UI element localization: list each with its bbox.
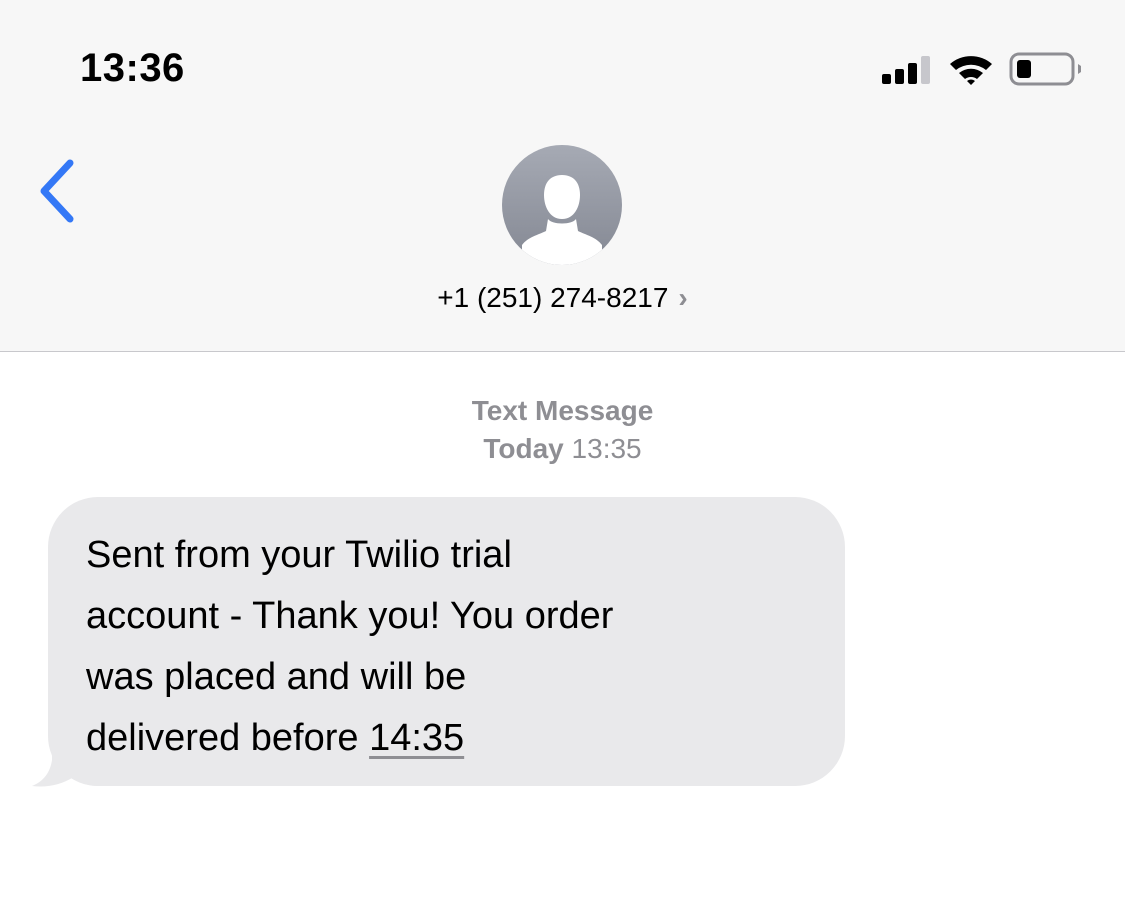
message-line: Sent from your Twilio trial	[86, 534, 512, 576]
time-link[interactable]: 14:35	[369, 717, 464, 759]
contact-name-button[interactable]: +1 (251) 274-8217 ›	[0, 282, 1125, 314]
message-line: was placed and will be	[86, 656, 467, 698]
message-timestamp: Today 13:35	[0, 433, 1125, 465]
message-line: account - Thank you! You order	[86, 595, 614, 637]
person-silhouette-icon	[522, 175, 602, 265]
status-icons	[882, 52, 1081, 86]
battery-icon	[1009, 52, 1081, 86]
wifi-icon	[950, 56, 992, 85]
contact-number: +1 (251) 274-8217	[437, 282, 669, 313]
conversation-header: 13:36 +1 (251) 274-8217 ›	[0, 0, 1125, 352]
avatar[interactable]	[502, 145, 622, 265]
status-time: 13:36	[80, 46, 185, 90]
message-line: delivered before	[86, 717, 370, 759]
message-day: Today	[483, 433, 564, 464]
cellular-signal-icon	[882, 56, 930, 84]
message-time: 13:35	[571, 433, 642, 464]
message-service-label: Text Message	[471, 395, 654, 426]
message-text: Sent from your Twilio trial account - Th…	[86, 525, 613, 769]
chevron-left-icon[interactable]	[32, 155, 88, 227]
chevron-right-icon: ›	[678, 282, 688, 313]
